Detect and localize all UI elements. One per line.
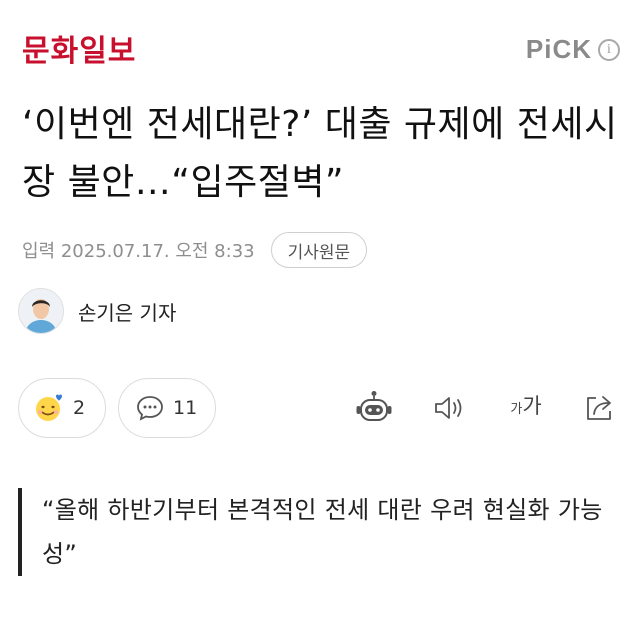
robot-icon	[356, 391, 392, 421]
share-icon	[587, 396, 611, 420]
tts-button[interactable]	[354, 390, 394, 426]
font-size-button[interactable]: 가가	[502, 390, 550, 426]
smile-emoji-icon	[36, 394, 62, 421]
speech-bubble-icon	[137, 396, 163, 421]
info-icon[interactable]: i	[598, 38, 620, 61]
pull-quote: “올해 하반기부터 본격적인 전세 대란 우려 현실화 가능성”	[18, 488, 618, 576]
reporter-name: 손기은 기자	[78, 300, 177, 325]
press-logo[interactable]: 문화일보	[22, 26, 136, 70]
action-bar: 2 11 가가	[18, 378, 622, 440]
pull-quote-text: “올해 하반기부터 본격적인 전세 대란 우려 현실화 가능성”	[42, 496, 603, 568]
reporter-avatar-icon	[19, 289, 63, 333]
pick-label: PiCK	[525, 34, 592, 64]
reaction-button[interactable]: 2	[18, 378, 106, 438]
speaker-icon	[435, 397, 462, 419]
original-article-button[interactable]: 기사원문	[270, 232, 368, 268]
article-headline: ‘이번엔 전세대란?’ 대출 규제에 전세시장 불안…“입주절벽”	[22, 104, 618, 203]
reaction-count: 2	[73, 397, 86, 419]
pick-badge[interactable]: PiCK i	[526, 34, 620, 65]
font-size-big-label: 가	[522, 394, 542, 418]
header: 문화일보 PiCK i	[0, 0, 640, 90]
article-meta: 입력 2025.07.17. 오전 8:33 기사원문	[22, 230, 368, 270]
font-size-small-label: 가	[510, 402, 523, 417]
publish-date: 입력 2025.07.17. 오전 8:33	[22, 241, 255, 262]
comment-button[interactable]: 11	[118, 378, 216, 438]
audio-button[interactable]	[430, 390, 470, 426]
avatar	[18, 288, 64, 334]
reporter-info[interactable]: 손기은 기자	[18, 288, 176, 334]
share-button[interactable]	[580, 390, 620, 426]
comment-count: 11	[173, 397, 198, 419]
